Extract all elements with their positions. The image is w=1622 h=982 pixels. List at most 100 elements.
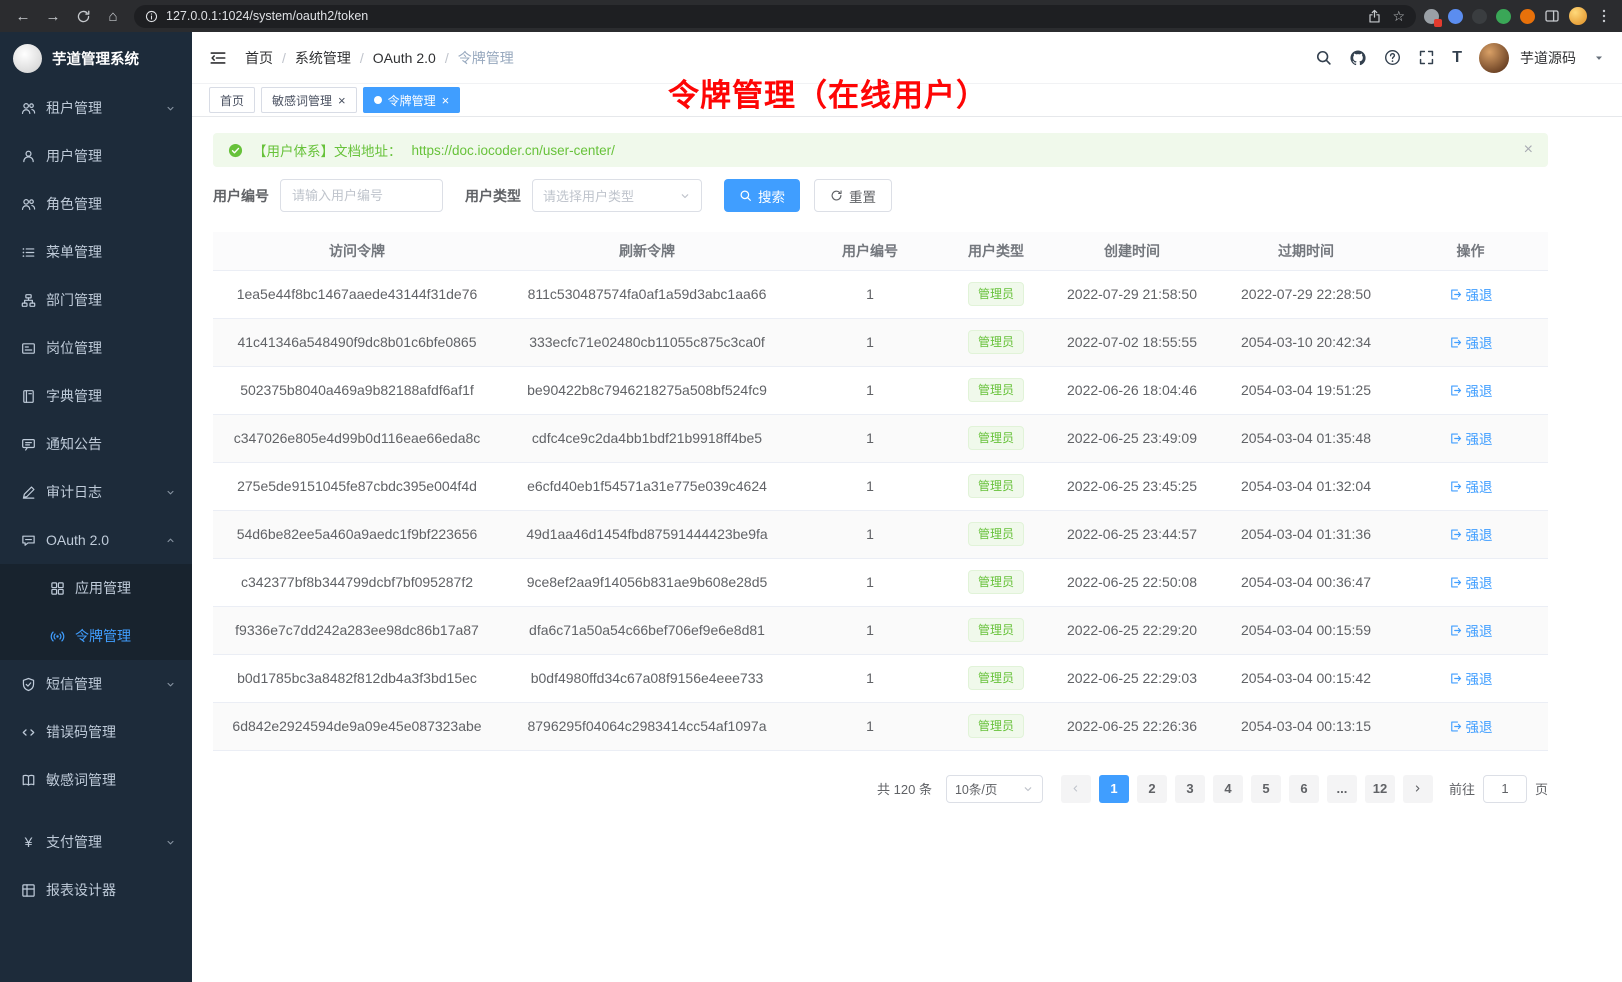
share-icon[interactable] <box>1367 9 1382 24</box>
sidebar-item-notice-mgmt[interactable]: 通知公告 <box>0 420 192 468</box>
sidebar-item-post-mgmt[interactable]: 岗位管理 <box>0 324 192 372</box>
extension-icon[interactable] <box>1424 9 1439 24</box>
browser-reload-icon[interactable] <box>70 3 96 29</box>
action-cell: 强退 <box>1393 606 1548 654</box>
access-token-cell: 1ea5e44f8bc1467aaede43144f31de76 <box>213 270 501 318</box>
force-logout-button[interactable]: 强退 <box>1449 332 1493 352</box>
force-logout-button[interactable]: 强退 <box>1449 524 1493 544</box>
user-name[interactable]: 芋道源码 <box>1520 48 1576 68</box>
table-row: c342377bf8b344799dcbf7bf095287f2 9ce8ef2… <box>213 558 1548 606</box>
force-logout-button[interactable]: 强退 <box>1449 668 1493 688</box>
browser-home-icon[interactable]: ⌂ <box>100 3 126 29</box>
tab-home[interactable]: 首页 <box>209 87 255 113</box>
prev-page-button[interactable] <box>1061 775 1091 803</box>
breadcrumb-home[interactable]: 首页 <box>245 48 273 68</box>
col-user-id: 用户编号 <box>793 232 947 270</box>
browser-forward-icon[interactable]: → <box>40 3 66 29</box>
page-button-3[interactable]: 3 <box>1175 775 1205 803</box>
table-row: f9336e7c7dd242a283ee98dc86b17a87 dfa6c71… <box>213 606 1548 654</box>
sidebar-item-menu-mgmt[interactable]: 菜单管理 <box>0 228 192 276</box>
app-logo[interactable]: 芋道管理系统 <box>0 32 192 84</box>
browser-back-icon[interactable]: ← <box>10 3 36 29</box>
address-bar[interactable]: 127.0.0.1:1024/system/oauth2/token ☆ <box>134 5 1416 28</box>
action-cell: 强退 <box>1393 558 1548 606</box>
user-id-input[interactable] <box>280 179 443 212</box>
sidebar-item-sensitive-word-mgmt[interactable]: 敏感词管理 <box>0 756 192 804</box>
sidebar-item-oauth2[interactable]: OAuth 2.0 <box>0 516 192 564</box>
access-token-cell: 6d842e2924594de9a09e45e087323abe <box>213 702 501 750</box>
force-logout-button[interactable]: 强退 <box>1449 572 1493 592</box>
sidebar-item-user-mgmt[interactable]: 用户管理 <box>0 132 192 180</box>
tab-sensitive-word-mgmt[interactable]: 敏感词管理× <box>261 87 357 113</box>
font-size-icon[interactable]: T <box>1452 50 1462 66</box>
sidebar-item-dict-mgmt[interactable]: 字典管理 <box>0 372 192 420</box>
total-count: 共 120 条 <box>877 779 932 798</box>
sidebar-item-audit-log[interactable]: 审计日志 <box>0 468 192 516</box>
sidebar-item-token-mgmt[interactable]: 令牌管理 <box>0 612 192 660</box>
refresh-token-cell: 8796295f04064c2983414cc54af1097a <box>501 702 793 750</box>
page-button-12[interactable]: 12 <box>1365 775 1395 803</box>
extension-icon[interactable] <box>1472 9 1487 24</box>
site-info-icon[interactable] <box>145 10 158 23</box>
page-button-4[interactable]: 4 <box>1213 775 1243 803</box>
user-icon <box>21 149 36 164</box>
extension-icon[interactable] <box>1496 9 1511 24</box>
page-button-5[interactable]: 5 <box>1251 775 1281 803</box>
user-type-badge: 管理员 <box>968 570 1024 594</box>
sidebar-item-error-code-mgmt[interactable]: 错误码管理 <box>0 708 192 756</box>
bookmark-star-icon[interactable]: ☆ <box>1392 8 1405 25</box>
force-logout-button[interactable]: 强退 <box>1449 284 1493 304</box>
github-icon[interactable] <box>1349 49 1367 67</box>
alert-doc-link[interactable]: https://doc.iocoder.cn/user-center/ <box>412 143 615 158</box>
page-size-select[interactable]: 10条/页 <box>946 775 1043 803</box>
extension-icon[interactable] <box>1448 9 1463 24</box>
page-button-6[interactable]: 6 <box>1289 775 1319 803</box>
tab-close-icon[interactable]: × <box>338 94 346 107</box>
refresh-token-cell: 9ce8ef2aa9f14056b831ae9b608e28d5 <box>501 558 793 606</box>
breadcrumb-oauth2[interactable]: OAuth 2.0 <box>373 50 436 66</box>
force-logout-button[interactable]: 强退 <box>1449 428 1493 448</box>
side-panel-icon[interactable] <box>1544 8 1560 24</box>
expire-time-cell: 2054-03-04 01:31:36 <box>1219 510 1393 558</box>
sidebar-item-app-mgmt[interactable]: 应用管理 <box>0 564 192 612</box>
sidebar-item-role-mgmt[interactable]: 角色管理 <box>0 180 192 228</box>
goto-page-input[interactable] <box>1483 775 1527 803</box>
force-logout-button[interactable]: 强退 <box>1449 716 1493 736</box>
next-page-button[interactable] <box>1403 775 1433 803</box>
user-id-label: 用户编号 <box>213 186 269 206</box>
user-id-cell: 1 <box>793 270 947 318</box>
reset-button[interactable]: 重置 <box>814 179 892 212</box>
user-id-cell: 1 <box>793 606 947 654</box>
force-logout-button[interactable]: 强退 <box>1449 620 1493 640</box>
user-avatar[interactable] <box>1479 43 1509 73</box>
tab-token-mgmt[interactable]: 令牌管理× <box>363 87 461 113</box>
search-button[interactable]: 搜索 <box>724 179 800 212</box>
access-token-cell: c347026e805e4d99b0d116eae66eda8c <box>213 414 501 462</box>
fullscreen-icon[interactable] <box>1418 49 1435 66</box>
sidebar-item-tenant-mgmt[interactable]: 租户管理 <box>0 84 192 132</box>
collapse-sidebar-icon[interactable] <box>209 49 227 67</box>
sidebar-item-dept-mgmt[interactable]: 部门管理 <box>0 276 192 324</box>
breadcrumb-system-mgmt[interactable]: 系统管理 <box>295 48 351 68</box>
browser-menu-kebab-icon[interactable] <box>1596 8 1612 24</box>
refresh-token-cell: 811c530487574fa0af1a59d3abc1aa66 <box>501 270 793 318</box>
force-logout-button[interactable]: 强退 <box>1449 476 1493 496</box>
header-search-icon[interactable] <box>1315 49 1332 66</box>
page-button-2[interactable]: 2 <box>1137 775 1167 803</box>
dictionary-book-icon <box>21 389 36 404</box>
force-logout-button[interactable]: 强退 <box>1449 380 1493 400</box>
user-menu-caret-icon[interactable] <box>1593 52 1605 64</box>
help-icon[interactable] <box>1384 49 1401 66</box>
page-button-1[interactable]: 1 <box>1099 775 1129 803</box>
sidebar-item-sms-mgmt[interactable]: 短信管理 <box>0 660 192 708</box>
expire-time-cell: 2054-03-04 00:15:42 <box>1219 654 1393 702</box>
sidebar-item-report-designer[interactable]: 报表设计器 <box>0 866 192 914</box>
tab-close-icon[interactable]: × <box>442 94 450 107</box>
more-pages-button[interactable]: ... <box>1327 775 1357 803</box>
extension-icon[interactable] <box>1520 9 1535 24</box>
sidebar-item-payment-mgmt[interactable]: ¥支付管理 <box>0 818 192 866</box>
user-type-select[interactable]: 请选择用户类型 <box>532 179 702 212</box>
yen-icon: ¥ <box>21 834 36 850</box>
browser-profile-avatar[interactable] <box>1569 7 1587 25</box>
alert-close-icon[interactable]: × <box>1524 142 1533 158</box>
